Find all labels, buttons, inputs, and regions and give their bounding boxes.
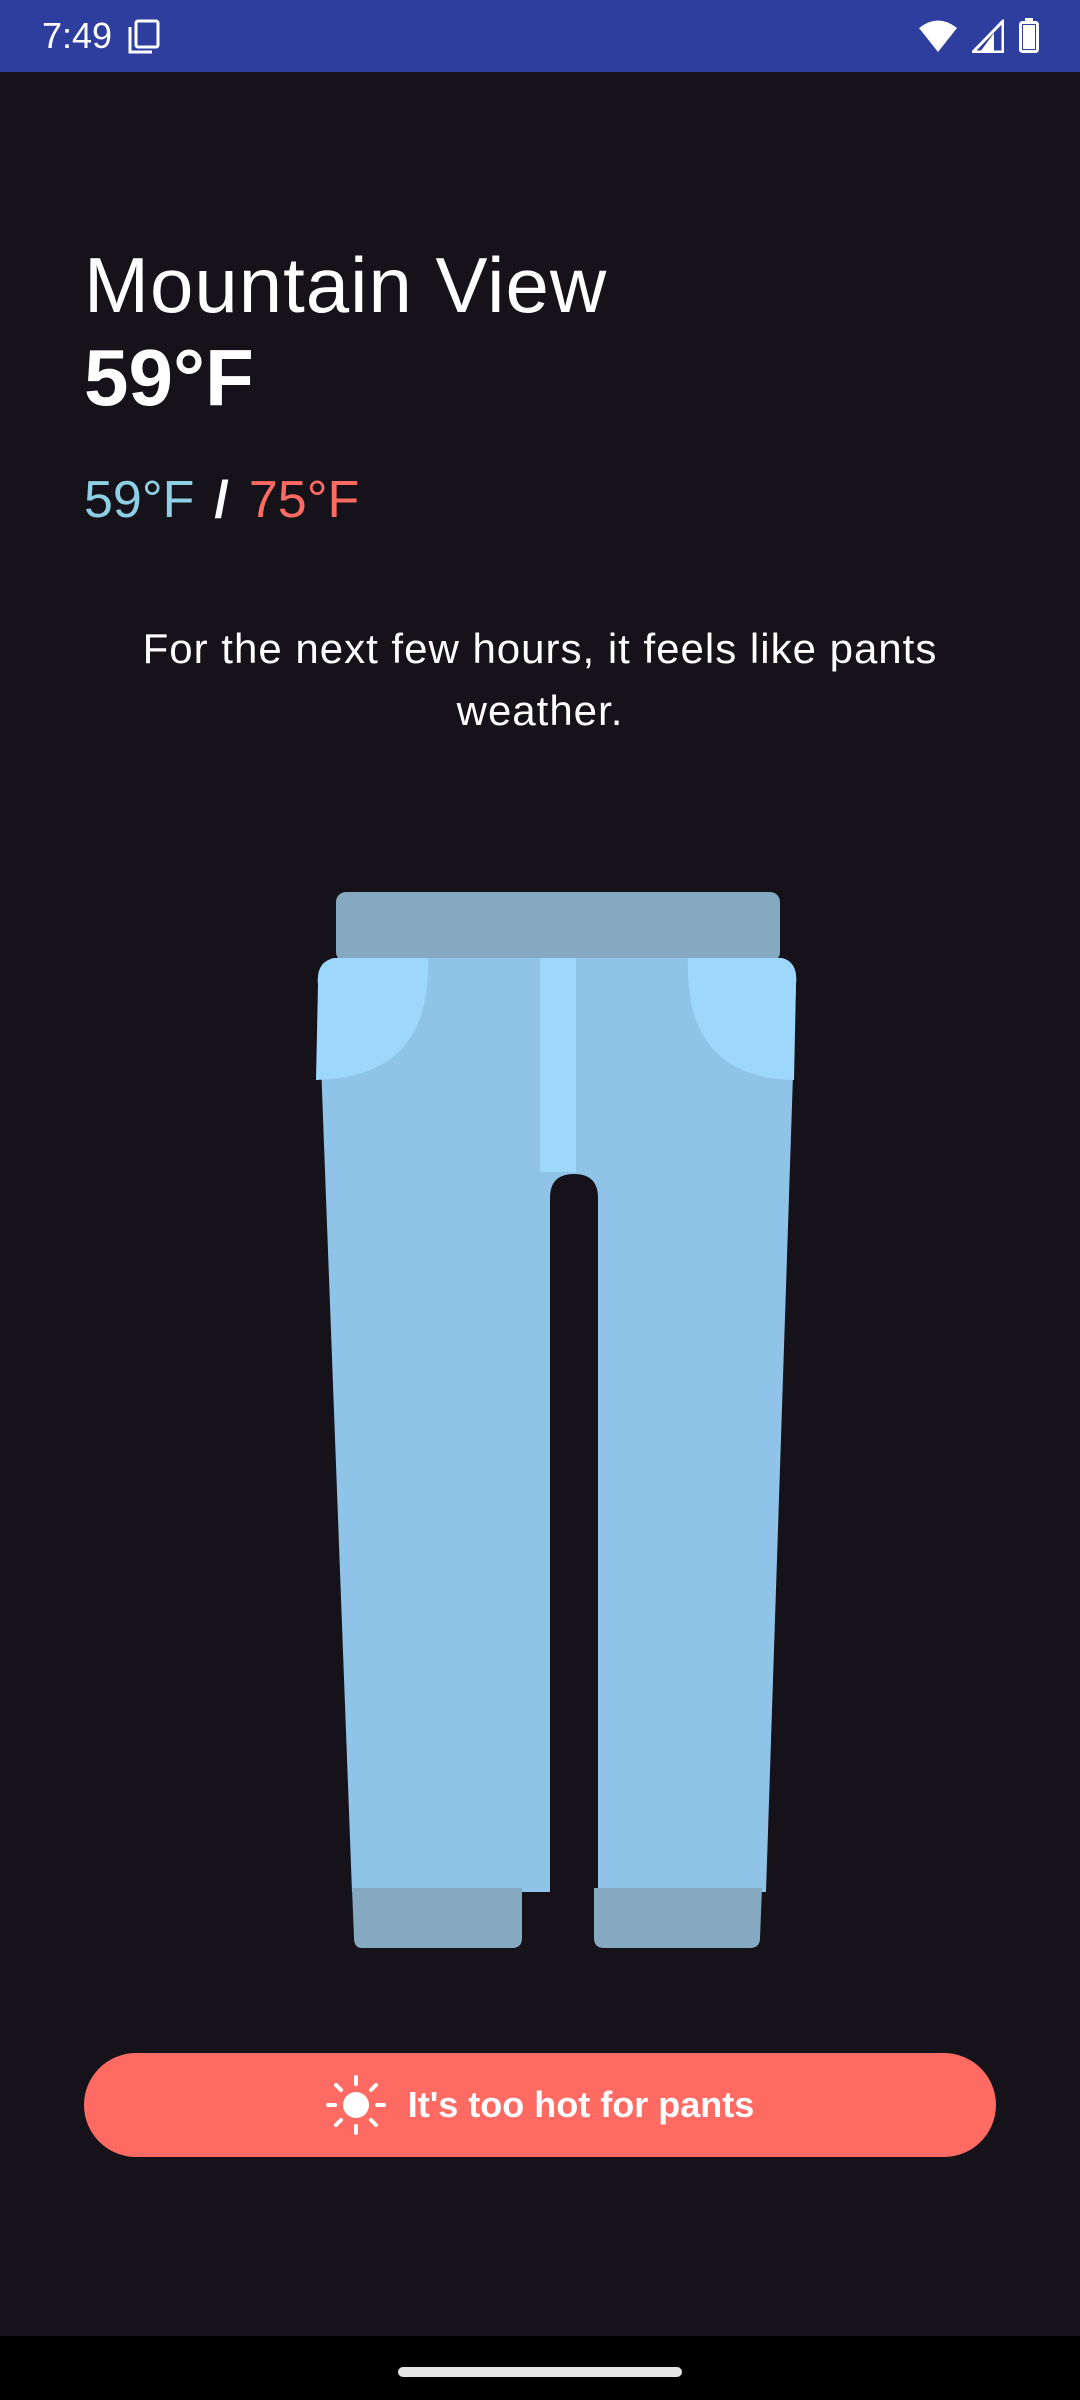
city-name: Mountain View [84, 241, 608, 329]
pants-message: For the next few hours, it feels like pa… [142, 625, 938, 734]
sun-icon [325, 2075, 386, 2135]
battery-icon [1019, 18, 1039, 53]
pants-fly [540, 958, 576, 1172]
current-temperature: 59°F [84, 333, 254, 422]
temperature-range: 59°F / 75°F [84, 470, 359, 530]
pants-icon [316, 892, 797, 1948]
too-hot-for-pants-button[interactable]: It's too hot for pants [84, 2053, 996, 2157]
wifi-icon [919, 20, 957, 52]
pants-cuff-left [352, 1888, 522, 1948]
pants-waistband [336, 892, 780, 962]
copy-icon [128, 19, 160, 54]
app-screen: 7:49 Mountain View 59°F 59°F / 75°F For th… [0, 0, 1080, 2400]
status-time: 7:49 [42, 15, 113, 56]
too-hot-for-pants-label: It's too hot for pants [407, 2084, 755, 2125]
low-temperature: 59°F [84, 471, 195, 529]
signal-icon [972, 19, 1004, 53]
high-temperature: 75°F [248, 471, 360, 529]
status-icons [918, 16, 1040, 56]
range-separator: / [214, 471, 229, 529]
home-indicator[interactable] [398, 2367, 682, 2377]
pants-cuff-right [594, 1888, 762, 1948]
status-bar: 7:49 [0, 0, 1080, 72]
